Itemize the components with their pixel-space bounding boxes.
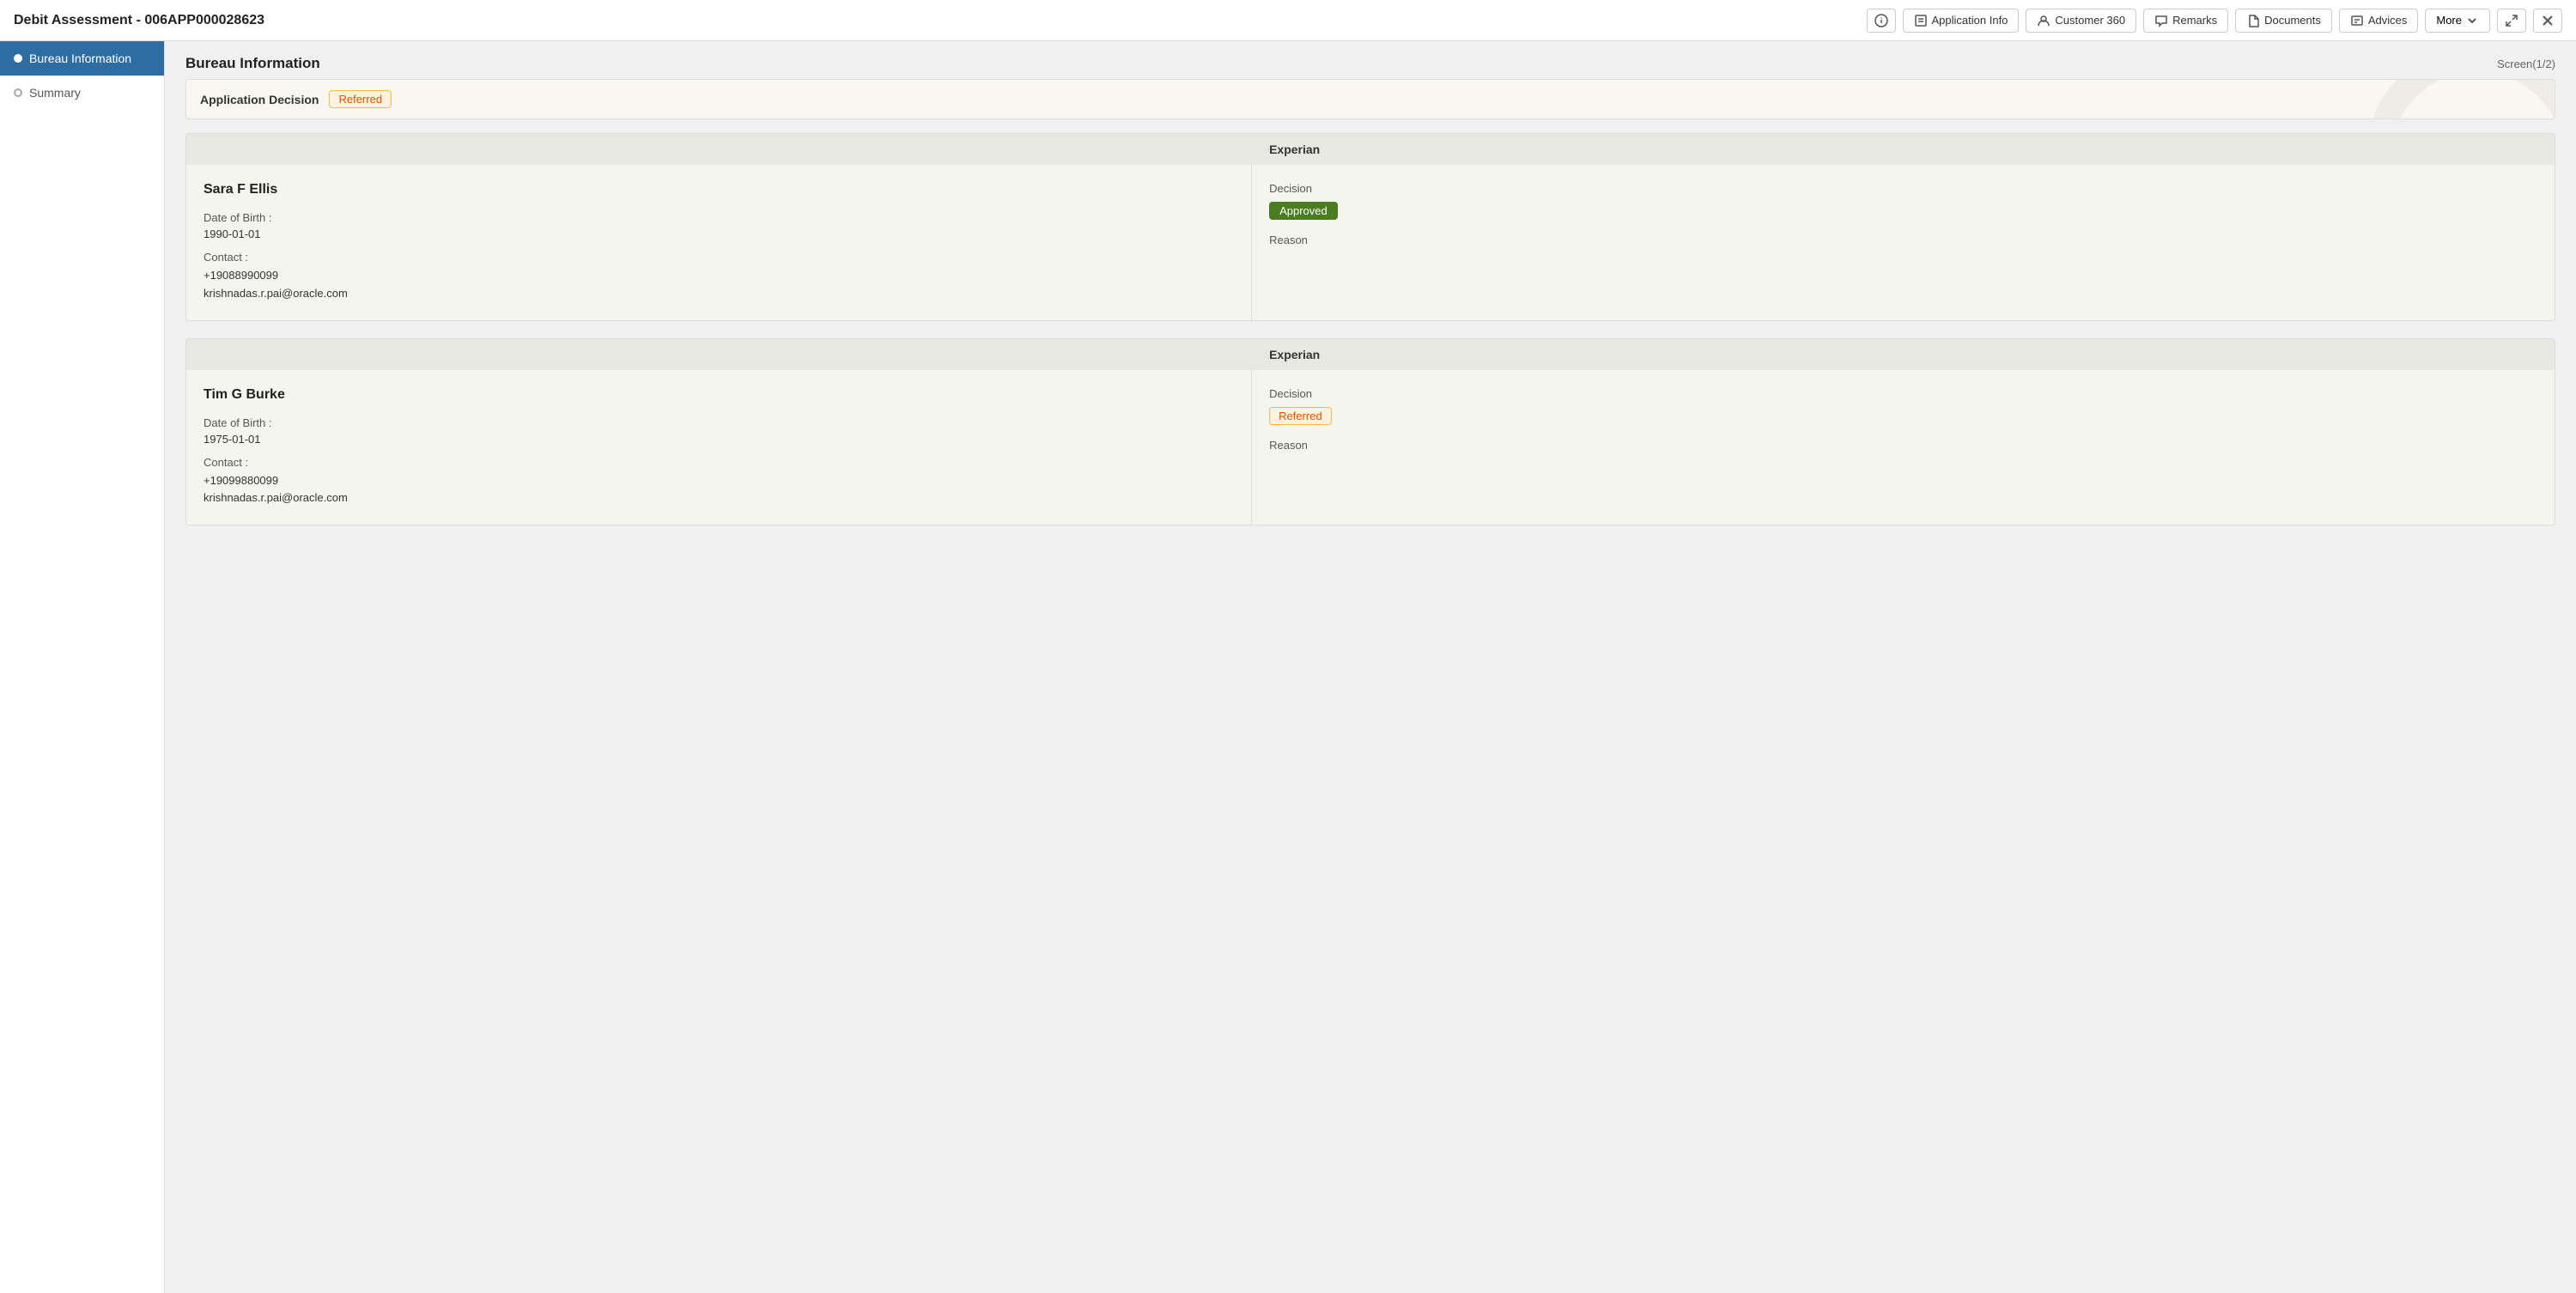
person-name-sara: Sara F Ellis xyxy=(204,182,1234,197)
expand-button[interactable] xyxy=(2497,9,2526,33)
card-header-left-sara xyxy=(186,143,1252,156)
customer-360-button[interactable]: Customer 360 xyxy=(2026,9,2136,33)
sidebar: Bureau Information Summary xyxy=(0,41,165,1293)
sidebar-label-summary: Summary xyxy=(29,86,81,100)
contact-label-tim: Contact : xyxy=(204,456,1234,469)
sidebar-item-summary[interactable]: Summary xyxy=(0,76,164,110)
chevron-down-icon xyxy=(2465,14,2479,27)
card-person-info-sara: Sara F Ellis Date of Birth : 1990-01-01 … xyxy=(186,165,1252,320)
documents-button[interactable]: Documents xyxy=(2235,9,2332,33)
main-header: Bureau Information Screen(1/2) xyxy=(165,41,2576,79)
customer-360-icon xyxy=(2037,14,2050,27)
card-experian-header-sara: Experian xyxy=(1252,143,2555,156)
card-experian-header-tim: Experian xyxy=(1252,348,2555,361)
card-body-tim: Tim G Burke Date of Birth : 1975-01-01 C… xyxy=(186,370,2555,525)
decision-badge-tim: Referred xyxy=(1269,407,1332,425)
decision-badge-sara: Approved xyxy=(1269,202,1338,220)
sidebar-label-bureau: Bureau Information xyxy=(29,52,131,65)
contact-email-sara: krishnadas.r.pai@oracle.com xyxy=(204,285,1234,303)
contact-email-tim: krishnadas.r.pai@oracle.com xyxy=(204,489,1234,507)
app-layout: Bureau Information Summary Bureau Inform… xyxy=(0,41,2576,1293)
reason-label-sara: Reason xyxy=(1269,234,2537,246)
screen-info: Screen(1/2) xyxy=(2497,58,2555,70)
dob-value-tim: 1975-01-01 xyxy=(204,433,1234,446)
application-decision-badge: Referred xyxy=(329,90,392,108)
card-header-sara: Experian xyxy=(186,134,2555,165)
reason-label-tim: Reason xyxy=(1269,439,2537,452)
card-sara-f-ellis: Experian Sara F Ellis Date of Birth : 19… xyxy=(185,133,2555,321)
dob-label-sara: Date of Birth : xyxy=(204,211,1234,224)
main-content: Bureau Information Screen(1/2) Applicati… xyxy=(165,41,2576,1293)
documents-icon xyxy=(2246,14,2260,27)
application-decision-bar: Application Decision Referred xyxy=(185,79,2555,119)
app-title: Debit Assessment - 006APP000028623 xyxy=(14,13,264,28)
application-decision-label: Application Decision xyxy=(200,93,319,106)
advices-button[interactable]: Advices xyxy=(2339,9,2419,33)
active-dot-icon xyxy=(14,54,22,63)
card-header-tim: Experian xyxy=(186,339,2555,370)
decision-label-sara: Decision xyxy=(1269,182,2537,195)
dob-value-sara: 1990-01-01 xyxy=(204,228,1234,240)
contact-label-sara: Contact : xyxy=(204,251,1234,264)
card-body-sara: Sara F Ellis Date of Birth : 1990-01-01 … xyxy=(186,165,2555,320)
application-info-icon xyxy=(1914,14,1928,27)
card-decision-sara: Decision Approved Reason xyxy=(1252,165,2555,320)
inactive-dot-icon xyxy=(14,88,22,97)
card-header-left-tim xyxy=(186,348,1252,361)
app-header: Debit Assessment - 006APP000028623 Appli… xyxy=(0,0,2576,41)
card-person-info-tim: Tim G Burke Date of Birth : 1975-01-01 C… xyxy=(186,370,1252,525)
card-decision-tim: Decision Referred Reason xyxy=(1252,370,2555,525)
cards-area: Experian Sara F Ellis Date of Birth : 19… xyxy=(165,133,2576,525)
info-icon xyxy=(1874,14,1888,27)
page-title: Bureau Information xyxy=(185,55,320,72)
close-button[interactable] xyxy=(2533,9,2562,33)
contact-phone-sara: +19088990099 xyxy=(204,267,1234,285)
card-tim-g-burke: Experian Tim G Burke Date of Birth : 197… xyxy=(185,338,2555,526)
contact-phone-tim: +19099880099 xyxy=(204,472,1234,490)
remarks-button[interactable]: Remarks xyxy=(2143,9,2228,33)
sidebar-item-bureau-information[interactable]: Bureau Information xyxy=(0,41,164,76)
application-info-button[interactable]: Application Info xyxy=(1903,9,2020,33)
decision-label-tim: Decision xyxy=(1269,387,2537,400)
dob-label-tim: Date of Birth : xyxy=(204,416,1234,429)
close-icon xyxy=(2541,14,2555,27)
info-icon-button[interactable] xyxy=(1867,9,1896,33)
advices-icon xyxy=(2350,14,2364,27)
more-button[interactable]: More xyxy=(2425,9,2490,33)
expand-icon xyxy=(2505,14,2518,27)
person-name-tim: Tim G Burke xyxy=(204,387,1234,403)
remarks-icon xyxy=(2154,14,2168,27)
